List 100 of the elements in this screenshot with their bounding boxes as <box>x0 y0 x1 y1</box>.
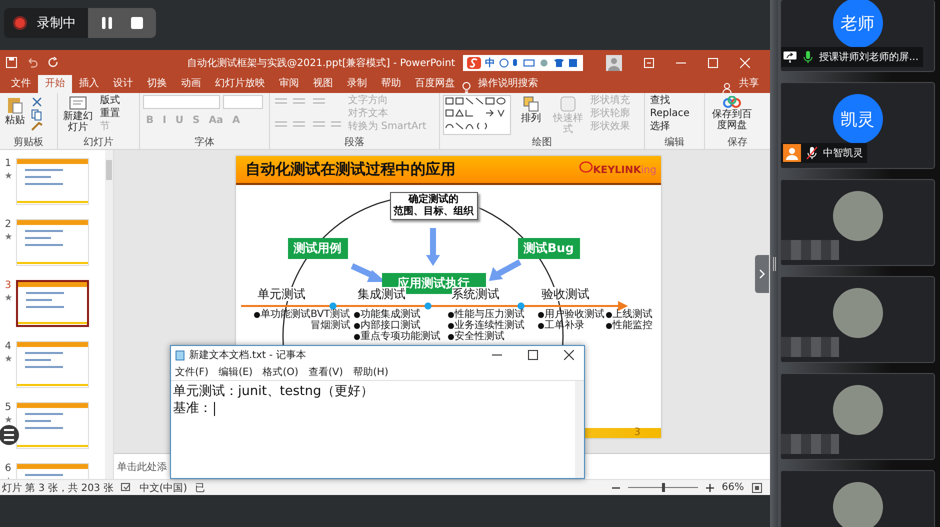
stop-icon[interactable] <box>130 16 144 30</box>
ribbon-button[interactable]: 重置 <box>98 108 122 120</box>
ribbon-button[interactable]: 选择 <box>648 121 672 133</box>
zoom-slider-thumb[interactable] <box>662 483 665 492</box>
participant-tile[interactable] <box>780 276 935 363</box>
slide-number: 3 <box>4 280 12 291</box>
ribbon-tab[interactable]: 百度网盘 <box>408 75 462 93</box>
zoom-level[interactable]: 66% <box>722 482 744 493</box>
stage-label: 单元测试 <box>258 287 306 301</box>
ribbon-display-icon[interactable] <box>644 58 654 68</box>
fit-slide-icon[interactable] <box>752 482 762 492</box>
user-avatar-icon[interactable] <box>606 54 622 70</box>
text-area[interactable]: 单元测试：junit、testng（更好） 基准： <box>171 381 575 478</box>
ribbon-tab[interactable]: 视图 <box>306 75 340 93</box>
participant-tile[interactable]: 凯灵 中智凯灵 <box>780 82 935 169</box>
menu-icon[interactable] <box>0 424 20 446</box>
bullet-item: 性能监控 <box>612 320 652 331</box>
menu-item[interactable]: 格式(O) <box>262 365 298 379</box>
blurred-name <box>781 434 839 454</box>
undo-icon[interactable] <box>27 57 38 68</box>
group-label: 段落 <box>344 137 366 149</box>
star-icon <box>4 294 12 301</box>
participant-tile[interactable] <box>780 179 935 266</box>
bullet-icon <box>354 312 360 318</box>
ribbon-tab[interactable]: 切换 <box>140 75 174 93</box>
close-icon[interactable] <box>564 350 574 360</box>
menu-item[interactable]: 文件(F) <box>175 365 209 379</box>
clipboard-tools-icon[interactable] <box>30 97 44 131</box>
avatar-photo-placeholder <box>832 288 882 338</box>
collapse-handle[interactable] <box>755 255 769 293</box>
maximize-icon[interactable] <box>528 350 538 360</box>
group-label: 幻灯片 <box>82 137 114 149</box>
participant-tile[interactable]: 老师 授课讲师刘老师的屏... <box>780 0 935 72</box>
star-icon <box>4 416 12 423</box>
search-field[interactable]: 操作说明搜索 <box>471 75 545 93</box>
ribbon-button[interactable]: 查找 <box>648 95 672 107</box>
ribbon-tab[interactable]: 审阅 <box>272 75 306 93</box>
group-label: 剪贴板 <box>12 137 44 149</box>
bullet-icon <box>254 312 260 318</box>
ribbon-tab[interactable]: 开始 <box>38 75 72 93</box>
notes-placeholder[interactable]: 单击此处添 <box>117 462 167 473</box>
scrollbar[interactable] <box>575 381 584 478</box>
star-icon <box>4 233 12 240</box>
scrollbar[interactable] <box>105 150 113 479</box>
ribbon-tab[interactable]: 帮助 <box>374 75 408 93</box>
slide-thumbnail[interactable] <box>16 280 89 327</box>
menu-item[interactable]: 编辑(E) <box>218 365 253 379</box>
recording-status: 录制中 <box>37 15 76 32</box>
participant-name: 中智凯灵 <box>823 146 863 160</box>
participant-tile[interactable] <box>780 373 935 460</box>
bullet-icon <box>606 322 612 328</box>
ribbon-tab[interactable]: 动画 <box>174 75 208 93</box>
language-label[interactable]: 中文(中国) <box>139 480 188 494</box>
gate-label: 冒烟测试 <box>310 320 350 331</box>
redo-icon[interactable] <box>48 57 59 68</box>
bullet-item: 业务连续性测试 <box>454 320 524 331</box>
cloud-icon <box>723 96 741 108</box>
ime-tools-icon <box>499 58 580 68</box>
bullet-item: 重点专项功能测试 <box>360 331 440 342</box>
font-size-field[interactable] <box>223 95 263 109</box>
pause-icon[interactable] <box>100 16 114 30</box>
bullet-item: 性能与压力测试 <box>454 309 524 320</box>
font-name-field[interactable] <box>143 95 220 109</box>
menu-item[interactable]: 查看(V) <box>308 365 344 379</box>
save-to-cloud-button[interactable]: 保存到百度网盘 <box>708 95 756 132</box>
arrow <box>426 228 440 266</box>
ribbon-tab[interactable]: 设计 <box>106 75 140 93</box>
participant-name: 授课讲师刘老师的屏... <box>819 50 919 64</box>
blurred-name <box>781 337 839 357</box>
ribbon-tab[interactable]: 插入 <box>72 75 106 93</box>
new-slide-button[interactable]: 新建幻灯片 <box>61 95 95 134</box>
bullet-item: 上线测试 <box>612 309 652 320</box>
scope-box: 确定测试的 范围、目标、组织 <box>390 192 478 220</box>
clipboard-icon <box>7 96 23 114</box>
ribbon-tab[interactable]: 录制 <box>340 75 374 93</box>
bullet-icon <box>538 322 544 328</box>
save-icon[interactable] <box>6 57 17 68</box>
ime-toolbar[interactable]: 中 <box>463 54 584 70</box>
slide-number: 6 <box>4 463 12 474</box>
menu-item[interactable]: 帮助(H) <box>353 365 388 379</box>
resize-handle[interactable] <box>772 256 776 270</box>
stage-label: 集成测试 <box>358 287 406 301</box>
ime-mode-label: 中 <box>485 56 496 70</box>
shapes-gallery-drawing[interactable] <box>443 95 511 135</box>
arrange-button[interactable]: 排列 <box>514 95 548 125</box>
spellcheck-icon[interactable] <box>121 483 132 492</box>
avatar-photo-placeholder <box>832 191 882 241</box>
slide-number: 5 <box>4 402 12 413</box>
group-label: 绘图 <box>531 137 553 149</box>
gate-label: BVT测试 <box>310 309 350 320</box>
bullet-icon <box>606 312 612 318</box>
paste-button[interactable]: 粘贴 <box>3 95 27 127</box>
ribbon-button[interactable]: Replace <box>648 108 692 120</box>
notepad-icon <box>175 350 185 360</box>
ribbon-button[interactable]: 版式 <box>98 95 122 107</box>
zoom-in-icon[interactable] <box>706 484 714 492</box>
slide-number: 2 <box>4 219 12 230</box>
ribbon-tab[interactable]: 文件 <box>4 75 38 93</box>
ribbon-tab[interactable]: 幻灯片放映 <box>208 75 272 93</box>
share-button[interactable]: 共享 <box>732 75 766 93</box>
